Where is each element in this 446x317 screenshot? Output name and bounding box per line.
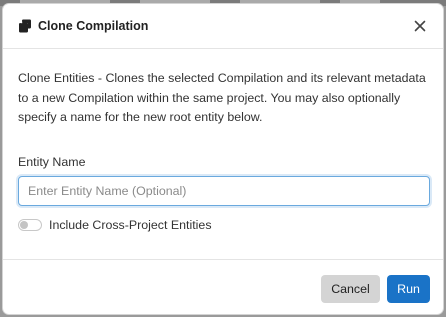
cancel-button[interactable]: Cancel: [321, 275, 380, 303]
cross-project-toggle-row: Include Cross-Project Entities: [18, 217, 428, 233]
dialog-body: Clone Entities - Clones the selected Com…: [3, 49, 443, 233]
dialog-description: Clone Entities - Clones the selected Com…: [18, 71, 426, 124]
copy-icon: [18, 19, 32, 33]
toggle-knob: [20, 220, 28, 229]
run-button[interactable]: Run: [387, 275, 430, 303]
close-icon: [414, 20, 426, 32]
entity-name-input[interactable]: [18, 175, 430, 206]
close-button[interactable]: [411, 17, 429, 35]
clone-compilation-dialog: Clone Compilation Clone Entities - Clone…: [2, 3, 444, 315]
cross-project-toggle[interactable]: [18, 218, 42, 231]
dialog-title: Clone Compilation: [38, 19, 149, 33]
cross-project-label: Include Cross-Project Entities: [49, 217, 212, 232]
dialog-header: Clone Compilation: [3, 4, 443, 49]
entity-name-label: Entity Name: [18, 154, 86, 169]
dialog-footer: Cancel Run: [3, 259, 443, 314]
